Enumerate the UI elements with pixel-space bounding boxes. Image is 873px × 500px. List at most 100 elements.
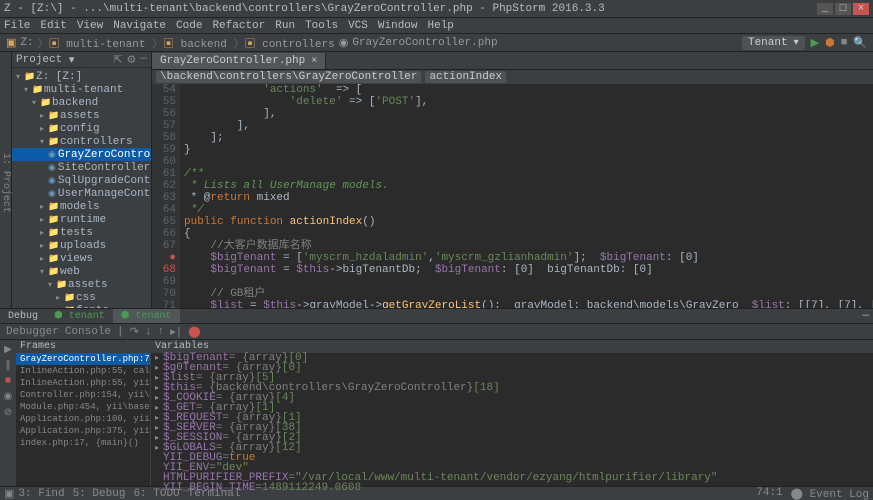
tree-node[interactable]: ▸📁views xyxy=(12,252,151,265)
pause-icon[interactable]: ∥ xyxy=(6,360,11,372)
breadcrumb-item[interactable]: backend xyxy=(181,39,227,51)
editor-tabs: GrayZeroController.php × xyxy=(152,52,873,70)
breadcrumb-root[interactable]: Z: xyxy=(20,37,33,49)
titlebar: Z - [Z:\] - ...\multi-tenant\backend\con… xyxy=(0,0,873,18)
project-panel: Project ▾ ⇱ ⚙ — ▾📁Z: [Z:]▾📁multi-tenant▾… xyxy=(12,52,152,308)
breadcrumb-item[interactable]: multi-tenant xyxy=(66,39,145,51)
variable-row[interactable]: ▸ $GLOBALS = {array} [12] xyxy=(151,443,873,453)
frames-panel: Frames GrayZeroController.php:74, backen… xyxy=(16,340,151,486)
console-tab[interactable]: Console xyxy=(65,326,111,338)
search-icon[interactable]: 🔍 xyxy=(853,36,867,50)
tree-node[interactable]: ◉UserManageController.php xyxy=(12,187,151,200)
stack-frame[interactable]: index.php:17, {main}() xyxy=(16,437,150,449)
folder-icon: ▣ xyxy=(6,36,16,50)
breadcrumb: ▣ Z: 〉▣ multi-tenant 〉▣ backend 〉▣ contr… xyxy=(6,35,498,51)
menu-edit[interactable]: Edit xyxy=(40,20,66,32)
minimize-icon[interactable]: _ xyxy=(817,3,833,15)
code-breadcrumb: \backend\controllers\GrayZeroController … xyxy=(152,70,873,84)
tree-node[interactable]: ◉GrayZeroController.php xyxy=(12,148,151,161)
minimize-panel-icon[interactable]: — xyxy=(862,310,869,322)
tree-node[interactable]: ▸📁assets xyxy=(12,109,151,122)
status-button[interactable]: Terminal xyxy=(184,488,245,500)
menu-view[interactable]: View xyxy=(77,20,103,32)
crumb-class[interactable]: \backend\controllers\GrayZeroController xyxy=(156,71,421,83)
tree-node[interactable]: ▸📁css xyxy=(12,291,151,304)
menu-tools[interactable]: Tools xyxy=(305,20,338,32)
breadcrumb-file[interactable]: GrayZeroController.php xyxy=(352,37,497,49)
stop-icon[interactable]: ■ xyxy=(841,37,848,49)
close-icon[interactable]: × xyxy=(853,3,869,15)
menu-window[interactable]: Window xyxy=(378,20,418,32)
tree-node[interactable]: ▾📁backend xyxy=(12,96,151,109)
run-to-cursor-icon[interactable]: ▸| xyxy=(170,325,182,339)
app-title: Z - [Z:\] - ...\multi-tenant\backend\con… xyxy=(4,3,605,15)
debug-tool-tabs: Debug⬢ tenant⬢ tenant— xyxy=(0,308,873,324)
status-button[interactable]: 5: Debug xyxy=(69,488,130,500)
menu-run[interactable]: Run xyxy=(275,20,295,32)
caret-position: 74:1 xyxy=(756,487,782,500)
file-icon: ◉ xyxy=(339,36,349,50)
tree-node[interactable]: ▸📁tests xyxy=(12,226,151,239)
status-button[interactable]: 6: TODO xyxy=(129,488,183,500)
tree-node[interactable]: ▸📁runtime xyxy=(12,213,151,226)
stack-frame[interactable]: InlineAction.php:55, yii\base\InlineActi xyxy=(16,377,150,389)
debugger-tab[interactable]: Debugger xyxy=(6,326,59,338)
stack-frame[interactable]: Controller.php:154, yii\base\Controller-… xyxy=(16,389,150,401)
stack-frame[interactable]: GrayZeroController.php:74, backend\co xyxy=(16,353,150,365)
tree-node[interactable]: ▾📁Z: [Z:] xyxy=(12,70,151,83)
debug-tab[interactable]: ⬢ tenant xyxy=(46,309,113,323)
debug-icon[interactable]: ⬢ xyxy=(825,36,835,50)
tree-node[interactable]: ▸📁fonts xyxy=(12,304,151,308)
frames-header: Frames xyxy=(16,340,150,353)
mute-breakpoints-icon[interactable]: ⊘ xyxy=(4,407,12,419)
tool-window-icon[interactable]: ▣ xyxy=(4,487,14,500)
menu-vcs[interactable]: VCS xyxy=(348,20,368,32)
status-button[interactable]: 3: Find xyxy=(14,488,68,500)
tree-node[interactable]: ▾📁web xyxy=(12,265,151,278)
debug-toolbar: Debugger Console | ↷ ↓ ↑ ▸| ⬤ xyxy=(0,324,873,340)
stop-debug-icon[interactable]: ■ xyxy=(5,376,11,387)
project-tool-button[interactable]: 1: Project xyxy=(0,52,12,308)
variable-row[interactable]: YII_DEBUG = true xyxy=(151,453,873,463)
step-over-icon[interactable]: ↷ xyxy=(130,325,139,339)
tree-node[interactable]: ▾📁assets xyxy=(12,278,151,291)
tree-node[interactable]: ◉SqlUpgradeController.php xyxy=(12,174,151,187)
view-breakpoints-icon[interactable]: ◉ xyxy=(4,391,13,403)
hide-icon[interactable]: — xyxy=(140,53,147,67)
stack-frame[interactable]: InlineAction.php:55, call_user_func_arra… xyxy=(16,365,150,377)
menu-help[interactable]: Help xyxy=(428,20,454,32)
menu-navigate[interactable]: Navigate xyxy=(113,20,166,32)
resume-icon[interactable]: ▶ xyxy=(4,344,12,356)
menu-file[interactable]: File xyxy=(4,20,30,32)
menu-refactor[interactable]: Refactor xyxy=(212,20,265,32)
evaluate-icon[interactable]: ⬤ xyxy=(188,325,200,339)
menu-code[interactable]: Code xyxy=(176,20,202,32)
crumb-method[interactable]: actionIndex xyxy=(425,71,506,83)
code-editor[interactable]: 'actions' => [ 'delete' => ['POST'], ], … xyxy=(180,84,873,308)
stack-frame[interactable]: Application.php:100, yii\web\Applicati xyxy=(16,413,150,425)
step-into-icon[interactable]: ↓ xyxy=(145,326,152,338)
debug-tab[interactable]: Debug xyxy=(0,310,46,323)
tree-node[interactable]: ▸📁models xyxy=(12,200,151,213)
tree-node[interactable]: ◉SiteController.php xyxy=(12,161,151,174)
collapse-icon[interactable]: ⇱ xyxy=(113,53,122,67)
tree-node[interactable]: ▸📁config xyxy=(12,122,151,135)
variables-panel: Variables ▸ $bigTenant = {array} [0]▸ $g… xyxy=(151,340,873,486)
nav-toolbar: ▣ Z: 〉▣ multi-tenant 〉▣ backend 〉▣ contr… xyxy=(0,34,873,52)
run-config-select[interactable]: Tenant ▾ xyxy=(742,36,805,50)
run-icon[interactable]: ▶ xyxy=(811,36,819,50)
stack-frame[interactable]: Application.php:375, yii\base\Applicatio xyxy=(16,425,150,437)
gutter[interactable]: 5455565758596061626364656667● 6869707172… xyxy=(152,84,180,308)
debug-tab[interactable]: ⬢ tenant xyxy=(113,309,180,323)
project-tree[interactable]: ▾📁Z: [Z:]▾📁multi-tenant▾📁backend▸📁assets… xyxy=(12,68,151,308)
tree-node[interactable]: ▾📁controllers xyxy=(12,135,151,148)
event-log-button[interactable]: ⬤ Event Log xyxy=(791,487,869,500)
tree-node[interactable]: ▾📁multi-tenant xyxy=(12,83,151,96)
breadcrumb-item[interactable]: controllers xyxy=(262,39,335,51)
editor-tab[interactable]: GrayZeroController.php × xyxy=(152,53,326,69)
stack-frame[interactable]: Module.php:454, yii\base\Module->run xyxy=(16,401,150,413)
maximize-icon[interactable]: □ xyxy=(835,3,851,15)
step-out-icon[interactable]: ↑ xyxy=(157,326,164,338)
gear-icon[interactable]: ⚙ xyxy=(127,53,137,67)
tree-node[interactable]: ▸📁uploads xyxy=(12,239,151,252)
